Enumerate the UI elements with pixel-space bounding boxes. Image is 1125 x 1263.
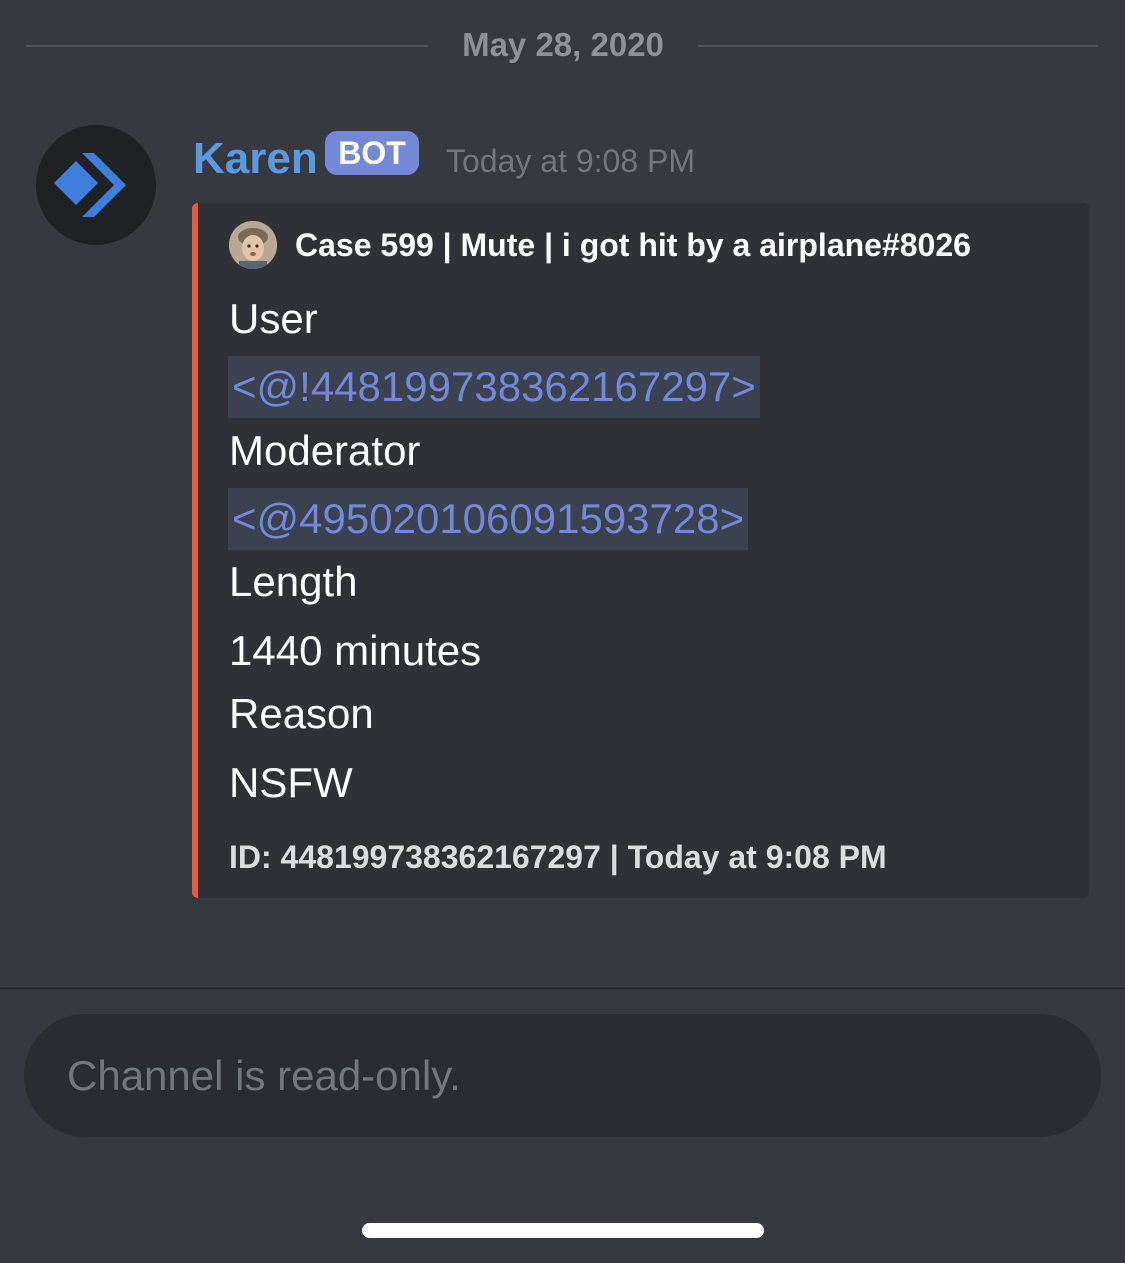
embed-author-avatar <box>229 221 277 269</box>
embed-footer: ID: 448199738362167297 | Today at 9:08 P… <box>229 839 887 875</box>
chevron-diamond-logo-icon <box>54 153 126 217</box>
bot-badge: BOT <box>325 131 419 175</box>
field-name-reason: Reason <box>229 690 374 737</box>
field-name-user: User <box>229 295 318 342</box>
embed: Case 599 | Mute | i got hit by a airplan… <box>192 203 1089 898</box>
field-value-reason: NSFW <box>229 759 353 806</box>
home-indicator[interactable] <box>362 1223 764 1238</box>
field-name-moderator: Moderator <box>229 427 421 474</box>
field-value-length: 1440 minutes <box>229 627 482 674</box>
date-divider: May 28, 2020 <box>26 22 1098 70</box>
field-name-length: Length <box>229 558 358 605</box>
date-label: May 28, 2020 <box>462 26 664 63</box>
message-timestamp: Today at 9:08 PM <box>446 143 696 179</box>
message-author[interactable]: Karen <box>193 133 318 185</box>
avatar[interactable] <box>36 125 156 245</box>
chat-screen: May 28, 2020 Karen BOT Today at 9:08 PM … <box>0 0 1125 1263</box>
user-mention[interactable]: <@!448199738362167297> <box>228 356 760 418</box>
divider <box>0 988 1125 989</box>
divider-line <box>698 45 1098 47</box>
embed-accent-bar <box>192 203 198 898</box>
user-photo-icon <box>229 221 277 269</box>
embed-author-text: Case 599 | Mute | i got hit by a airplan… <box>295 227 971 263</box>
input-placeholder: Channel is read-only. <box>67 1052 461 1099</box>
message-input[interactable]: Channel is read-only. <box>24 1014 1101 1137</box>
moderator-mention[interactable]: <@495020106091593728> <box>228 488 749 550</box>
divider-line <box>26 45 428 47</box>
